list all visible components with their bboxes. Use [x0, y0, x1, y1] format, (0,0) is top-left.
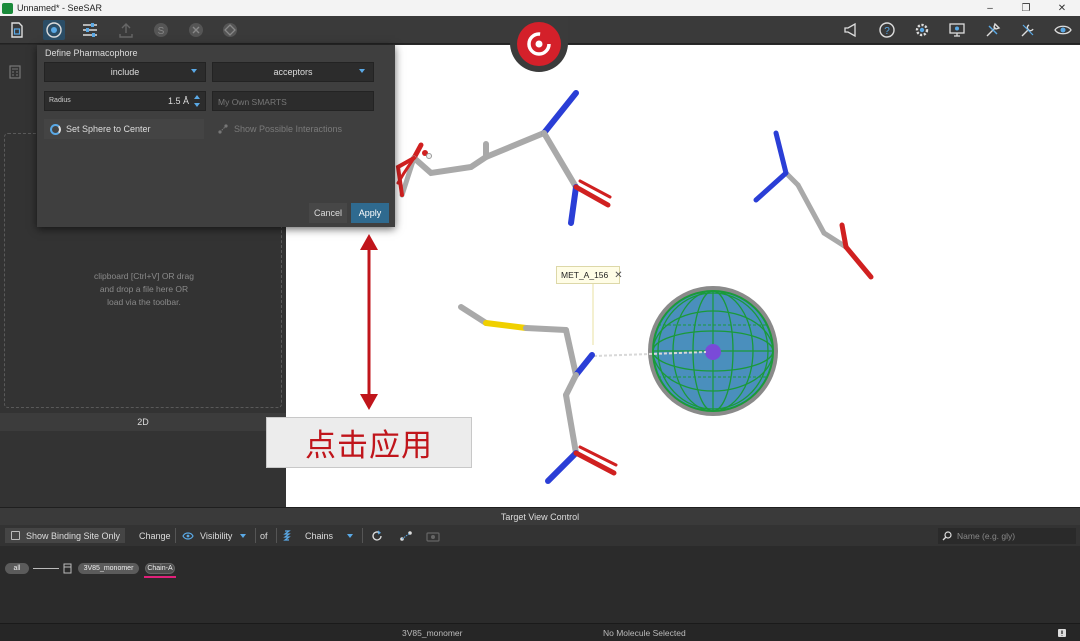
calculator-icon[interactable]: [8, 65, 22, 79]
tree-connector: [33, 568, 59, 569]
annotation-arrow: [360, 234, 378, 410]
set-sphere-to-center-button[interactable]: Set Sphere to Center: [44, 119, 204, 139]
window-title: Unnamed* - SeeSAR: [17, 3, 103, 13]
drop-hint-line: and drop a file here OR: [99, 284, 189, 294]
maximize-button[interactable]: ❐: [1008, 0, 1044, 16]
chain-highlight: [144, 576, 176, 578]
include-dropdown[interactable]: include: [44, 62, 206, 82]
status-bar: 3V85_monomer No Molecule Selected: [0, 623, 1080, 641]
divider: [362, 528, 363, 543]
svg-text:S: S: [158, 26, 165, 37]
divider: [276, 528, 277, 543]
cancel-button[interactable]: Cancel: [309, 203, 347, 223]
chevron-down-icon: [191, 69, 197, 73]
monitor-icon[interactable]: [946, 20, 968, 40]
visibility-label: Visibility: [200, 530, 233, 541]
title-bar: Unnamed* - SeeSAR – ❐ ✕: [0, 0, 1080, 16]
delete-icon[interactable]: [185, 20, 207, 40]
tree-node-monomer[interactable]: 3V85_monomer: [78, 563, 139, 574]
residue-label: MET_A_156 ✕: [556, 266, 623, 284]
svg-text:?: ?: [884, 26, 890, 37]
spin-up-icon[interactable]: [194, 95, 200, 99]
show-binding-site-toggle[interactable]: Show Binding Site Only: [5, 528, 125, 543]
define-pharmacophore-dialog: Define Pharmacophore include acceptors R…: [37, 45, 395, 227]
target-view-control-header: Target View Control: [0, 507, 1080, 525]
target-view-toolbar: Show Binding Site Only Change Visibility…: [0, 525, 1080, 546]
radius-label: Radius: [49, 97, 71, 104]
chevron-down-icon: [359, 69, 365, 73]
eye-icon[interactable]: [1052, 20, 1074, 40]
residue-label-close-icon[interactable]: ✕: [614, 270, 622, 281]
logo-icon: [517, 22, 561, 66]
panel-2d-label: 2D: [0, 413, 286, 431]
search-icon: [942, 531, 952, 541]
status-selection: No Molecule Selected: [603, 628, 686, 638]
file-icon[interactable]: [6, 20, 28, 40]
camera-icon[interactable]: [426, 528, 440, 543]
dialog-title: Define Pharmacophore: [45, 48, 138, 58]
tree-node-all[interactable]: all: [5, 563, 29, 574]
chains-label: Chains: [305, 530, 334, 541]
divider: [175, 528, 176, 543]
seesar-logo: [510, 16, 568, 72]
help-icon[interactable]: ?: [876, 20, 898, 40]
tools-icon[interactable]: [982, 20, 1004, 40]
drop-hint-line: load via the toolbar.: [107, 297, 181, 307]
tree-node-chain[interactable]: Chain-A: [145, 563, 175, 574]
name-search-input[interactable]: Name (e.g. gly): [938, 528, 1076, 544]
search-placeholder: Name (e.g. gly): [957, 531, 1016, 541]
minimize-button[interactable]: –: [972, 0, 1008, 16]
spin-down-icon[interactable]: [194, 103, 200, 107]
divider: [255, 528, 256, 543]
chain-icon: [283, 529, 291, 541]
apply-button[interactable]: Apply: [351, 203, 389, 223]
notification-icon[interactable]: [1057, 628, 1067, 638]
app-icon: [2, 2, 13, 14]
chains-dropdown[interactable]: Chains: [283, 528, 354, 543]
announce-icon[interactable]: [840, 20, 862, 40]
show-binding-site-label: Show Binding Site Only: [26, 530, 121, 541]
eye-icon: [182, 531, 194, 540]
protein-icon: [63, 563, 72, 574]
connect-icon[interactable]: [399, 528, 413, 543]
pharmacophore-icon[interactable]: [43, 20, 65, 40]
of-label: of: [260, 530, 268, 541]
radius-field[interactable]: Radius 1.5 Å: [44, 91, 206, 111]
visibility-dropdown[interactable]: Visibility: [182, 528, 247, 543]
upload-icon[interactable]: [115, 20, 137, 40]
checkbox-icon: [11, 531, 20, 540]
smarts-input[interactable]: My Own SMARTS: [212, 91, 374, 111]
annotation-callout: 点击应用: [266, 417, 472, 468]
radius-value: 1.5 Å: [167, 96, 189, 106]
interactions-icon: [218, 124, 228, 134]
diamond-icon[interactable]: [219, 20, 241, 40]
show-interactions-label: Show Possible Interactions: [234, 124, 343, 134]
reset-icon[interactable]: [371, 528, 383, 543]
window-controls: – ❐ ✕: [972, 0, 1080, 16]
show-possible-interactions-button[interactable]: Show Possible Interactions: [217, 119, 377, 139]
change-label: Change: [139, 530, 171, 541]
residue-label-text: MET_A_156: [561, 270, 609, 280]
wrench-icon[interactable]: [1017, 20, 1039, 40]
dollar-icon[interactable]: S: [150, 20, 172, 40]
structure-tree: all 3V85_monomer Chain-A: [0, 546, 1080, 623]
settings-sliders-icon[interactable]: [79, 20, 101, 40]
chevron-down-icon: [347, 533, 354, 538]
include-dropdown-value: include: [110, 67, 140, 77]
refresh-icon: [50, 123, 61, 135]
drop-hint-line: clipboard [Ctrl+V] OR drag: [94, 271, 194, 281]
acceptors-dropdown-value: acceptors: [273, 67, 313, 77]
status-molecule: 3V85_monomer: [402, 628, 463, 638]
gear-icon[interactable]: [911, 20, 933, 40]
chevron-down-icon: [240, 533, 247, 538]
set-sphere-label: Set Sphere to Center: [66, 124, 151, 134]
close-button[interactable]: ✕: [1044, 0, 1080, 16]
acceptors-dropdown[interactable]: acceptors: [212, 62, 374, 82]
drop-hint: clipboard [Ctrl+V] OR drag and drop a fi…: [5, 270, 283, 309]
